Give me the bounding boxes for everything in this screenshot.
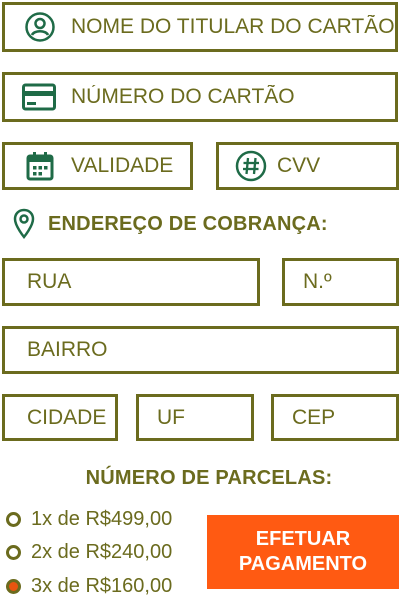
hash-circle-icon: [235, 150, 267, 182]
radio-button[interactable]: [6, 545, 21, 560]
installments-title: NÚMERO DE PARCELAS:: [85, 467, 333, 489]
radio-button[interactable]: [6, 512, 21, 527]
radio-button-selected[interactable]: [6, 579, 21, 594]
credit-card-icon: [21, 83, 57, 111]
cvv-field[interactable]: [216, 142, 399, 190]
calendar-icon: [25, 151, 55, 181]
expiry-field[interactable]: [2, 142, 193, 190]
district-input[interactable]: [27, 338, 396, 362]
card-number-field[interactable]: [2, 72, 398, 122]
district-field[interactable]: [2, 326, 399, 374]
billing-title: ENDEREÇO DE COBRANÇA:: [48, 212, 328, 235]
cvv-input[interactable]: [277, 154, 396, 178]
expiry-input[interactable]: [71, 154, 190, 178]
installment-option-2[interactable]: 2x de R$240,00: [6, 541, 172, 564]
street-field[interactable]: [2, 258, 260, 306]
state-input[interactable]: [157, 405, 251, 430]
installment-label: 2x de R$240,00: [31, 541, 173, 563]
number-input[interactable]: [303, 270, 396, 294]
card-number-input[interactable]: [71, 85, 395, 109]
state-field[interactable]: [136, 394, 254, 441]
city-field[interactable]: [2, 394, 118, 441]
street-input[interactable]: [27, 270, 257, 294]
billing-section-header: ENDEREÇO DE COBRANÇA:: [12, 208, 328, 240]
holder-name-input[interactable]: [71, 15, 395, 39]
holder-name-field[interactable]: [2, 2, 398, 52]
installment-option-1[interactable]: 1x de R$499,00: [6, 508, 172, 531]
zip-input[interactable]: [292, 405, 396, 430]
installment-label: 3x de R$160,00: [31, 575, 173, 597]
map-pin-icon: [12, 208, 36, 240]
zip-field[interactable]: [271, 394, 399, 441]
installment-option-3[interactable]: 3x de R$160,00: [6, 575, 172, 598]
person-circle-icon: [23, 11, 57, 43]
number-field[interactable]: [282, 258, 399, 306]
city-input[interactable]: [27, 405, 115, 430]
installment-label: 1x de R$499,00: [31, 508, 173, 530]
pay-button[interactable]: EFETUAR PAGAMENTO: [207, 515, 399, 589]
